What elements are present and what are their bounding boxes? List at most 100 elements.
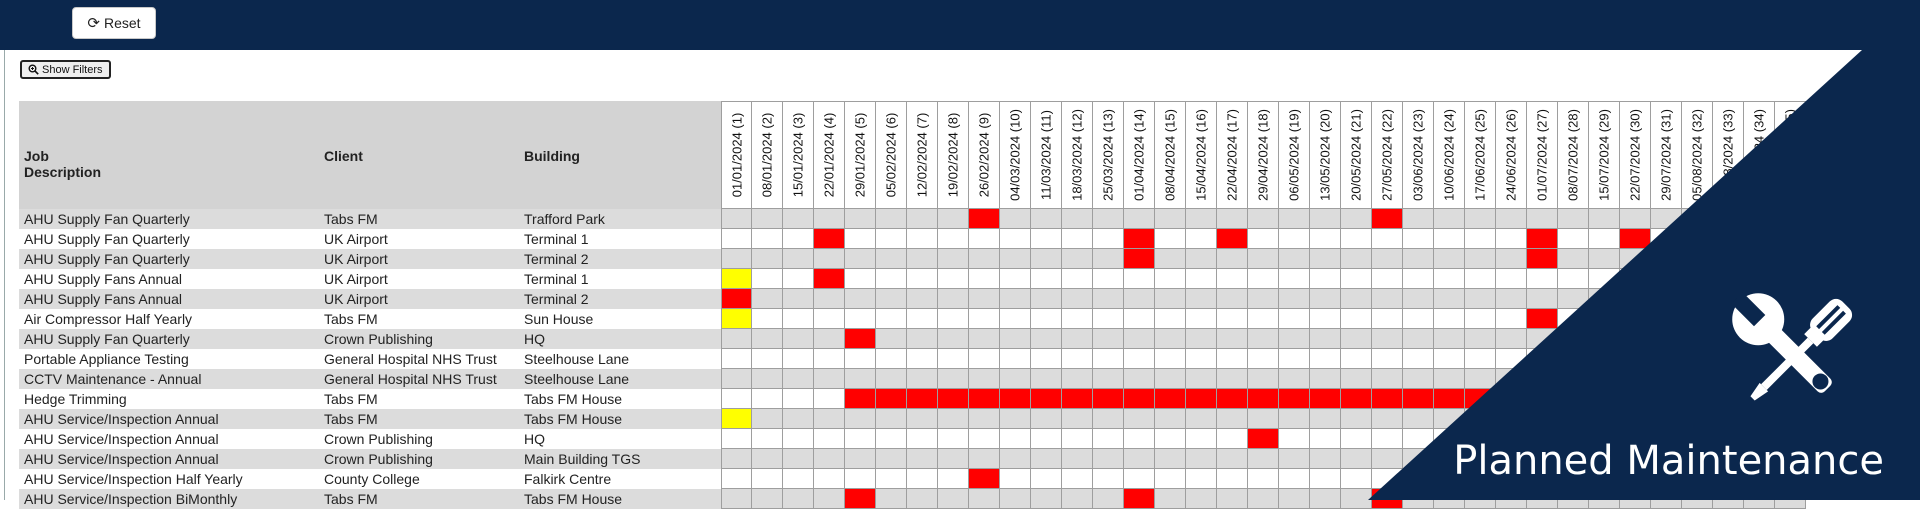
schedule-cell[interactable] — [1093, 209, 1124, 229]
schedule-cell[interactable] — [1093, 269, 1124, 289]
schedule-cell[interactable] — [1744, 249, 1775, 269]
week-header[interactable]: 22/04/2024 (17) — [1217, 101, 1248, 209]
schedule-cell[interactable] — [1031, 369, 1062, 389]
schedule-cell[interactable] — [1589, 489, 1620, 509]
schedule-cell[interactable] — [1000, 449, 1031, 469]
scheduled-cell[interactable] — [1000, 389, 1031, 409]
schedule-cell[interactable] — [1775, 229, 1806, 249]
schedule-cell[interactable] — [938, 329, 969, 349]
schedule-cell[interactable] — [1620, 349, 1651, 369]
schedule-cell[interactable] — [1589, 329, 1620, 349]
schedule-cell[interactable] — [1775, 269, 1806, 289]
schedule-cell[interactable] — [1186, 469, 1217, 489]
schedule-cell[interactable] — [814, 249, 845, 269]
schedule-cell[interactable] — [1062, 369, 1093, 389]
schedule-cell[interactable] — [1341, 409, 1372, 429]
week-header[interactable]: 29/04/2024 (18) — [1248, 101, 1279, 209]
schedule-cell[interactable] — [783, 449, 814, 469]
schedule-cell[interactable] — [1248, 469, 1279, 489]
schedule-cell[interactable] — [845, 309, 876, 329]
schedule-cell[interactable] — [1434, 409, 1465, 429]
schedule-cell[interactable] — [1124, 429, 1155, 449]
week-header[interactable]: 26/08/2024 (35) — [1775, 101, 1806, 209]
schedule-cell[interactable] — [1217, 489, 1248, 509]
schedule-cell[interactable] — [1372, 329, 1403, 349]
schedule-cell[interactable] — [938, 269, 969, 289]
week-header[interactable]: 24/06/2024 (26) — [1496, 101, 1527, 209]
schedule-cell[interactable] — [752, 489, 783, 509]
schedule-cell[interactable] — [1465, 249, 1496, 269]
schedule-cell[interactable] — [1031, 269, 1062, 289]
schedule-cell[interactable] — [1248, 269, 1279, 289]
schedule-cell[interactable] — [969, 489, 1000, 509]
schedule-cell[interactable] — [1093, 429, 1124, 449]
schedule-cell[interactable] — [938, 489, 969, 509]
schedule-cell[interactable] — [752, 269, 783, 289]
schedule-cell[interactable] — [1279, 329, 1310, 349]
schedule-cell[interactable] — [1031, 289, 1062, 309]
schedule-cell[interactable] — [1248, 369, 1279, 389]
schedule-cell[interactable] — [1000, 209, 1031, 229]
schedule-cell[interactable] — [1403, 329, 1434, 349]
schedule-cell[interactable] — [814, 489, 845, 509]
schedule-cell[interactable] — [1496, 209, 1527, 229]
schedule-cell[interactable] — [1682, 389, 1713, 409]
schedule-cell[interactable] — [1651, 389, 1682, 409]
schedule-cell[interactable] — [1310, 349, 1341, 369]
schedule-cell[interactable] — [969, 349, 1000, 369]
scheduled-cell[interactable] — [1372, 389, 1403, 409]
schedule-cell[interactable] — [752, 329, 783, 349]
schedule-cell[interactable] — [1434, 489, 1465, 509]
week-header[interactable]: 05/08/2024 (32) — [1682, 101, 1713, 209]
schedule-cell[interactable] — [938, 289, 969, 309]
schedule-cell[interactable] — [1465, 289, 1496, 309]
scheduled-cell[interactable] — [1434, 389, 1465, 409]
schedule-cell[interactable] — [1062, 449, 1093, 469]
schedule-cell[interactable] — [1248, 249, 1279, 269]
schedule-cell[interactable] — [1341, 229, 1372, 249]
scheduled-cell[interactable] — [814, 269, 845, 289]
schedule-cell[interactable] — [1310, 309, 1341, 329]
column-header-client[interactable]: Client — [324, 148, 363, 164]
schedule-cell[interactable] — [876, 369, 907, 389]
schedule-cell[interactable] — [1651, 329, 1682, 349]
schedule-cell[interactable] — [1093, 369, 1124, 389]
schedule-cell[interactable] — [1186, 369, 1217, 389]
schedule-cell[interactable] — [938, 449, 969, 469]
schedule-cell[interactable] — [1496, 229, 1527, 249]
schedule-cell[interactable] — [814, 449, 845, 469]
schedule-cell[interactable] — [1031, 229, 1062, 249]
schedule-cell[interactable] — [1465, 369, 1496, 389]
schedule-cell[interactable] — [1000, 329, 1031, 349]
schedule-cell[interactable] — [1713, 249, 1744, 269]
schedule-cell[interactable] — [1620, 369, 1651, 389]
schedule-cell[interactable] — [907, 449, 938, 469]
schedule-cell[interactable] — [1558, 329, 1589, 349]
schedule-cell[interactable] — [1527, 289, 1558, 309]
schedule-cell[interactable] — [1217, 269, 1248, 289]
schedule-cell[interactable] — [783, 229, 814, 249]
schedule-cell[interactable] — [1527, 489, 1558, 509]
schedule-cell[interactable] — [1217, 289, 1248, 309]
schedule-cell[interactable] — [876, 269, 907, 289]
week-header[interactable]: 17/06/2024 (25) — [1465, 101, 1496, 209]
schedule-cell[interactable] — [783, 489, 814, 509]
schedule-cell[interactable] — [783, 369, 814, 389]
schedule-cell[interactable] — [1341, 369, 1372, 389]
schedule-cell[interactable] — [783, 269, 814, 289]
schedule-cell[interactable] — [1341, 489, 1372, 509]
schedule-cell[interactable] — [1062, 429, 1093, 449]
schedule-cell[interactable] — [1310, 369, 1341, 389]
week-header[interactable]: 05/02/2024 (6) — [876, 101, 907, 209]
scheduled-cell[interactable] — [1124, 229, 1155, 249]
schedule-cell[interactable] — [1744, 489, 1775, 509]
schedule-cell[interactable] — [783, 249, 814, 269]
schedule-cell[interactable] — [1217, 409, 1248, 429]
schedule-cell[interactable] — [969, 309, 1000, 329]
schedule-cell[interactable] — [1248, 229, 1279, 249]
schedule-cell[interactable] — [1186, 209, 1217, 229]
schedule-cell[interactable] — [721, 369, 752, 389]
scheduled-cell[interactable] — [721, 269, 752, 289]
schedule-cell[interactable] — [1651, 209, 1682, 229]
schedule-cell[interactable] — [938, 349, 969, 369]
